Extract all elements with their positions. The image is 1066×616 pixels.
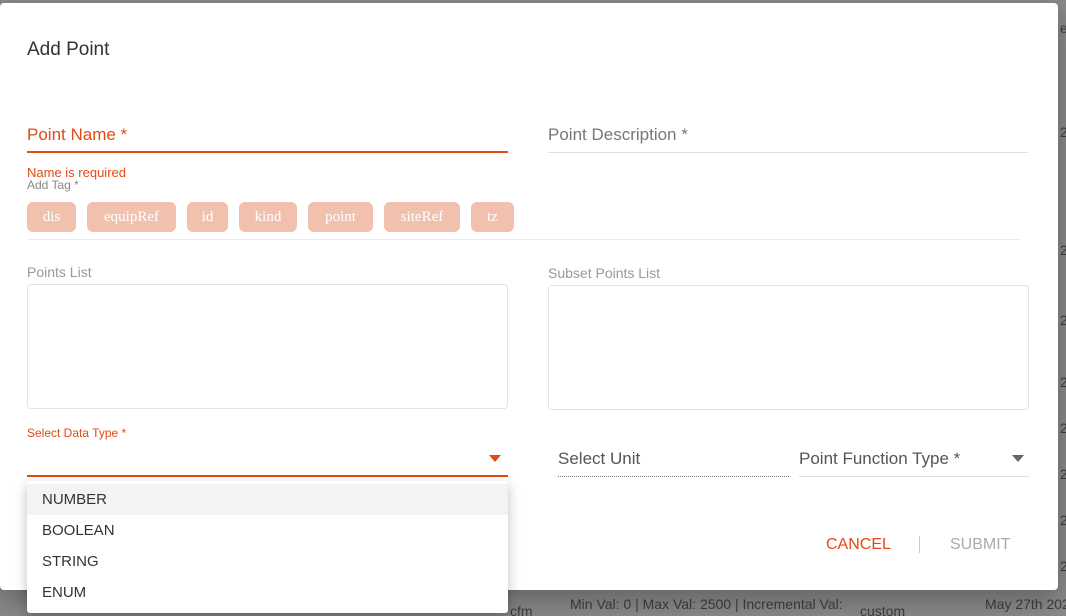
submit-button[interactable]: SUBMIT	[950, 536, 1010, 554]
bg-date-text: May 27th 202	[985, 596, 1066, 612]
point-description-label: Point Description *	[548, 125, 688, 144]
tag-chip-list: dis equipRef id kind point siteRef tz	[27, 202, 514, 232]
tag-chip-dis[interactable]: dis	[27, 202, 76, 232]
function-type-label: Point Function Type *	[799, 449, 961, 468]
data-type-label: Select Data Type *	[27, 426, 127, 440]
data-type-menu: NUMBER BOOLEAN STRING ENUM	[27, 481, 508, 613]
function-type-select[interactable]	[799, 476, 1029, 477]
point-description-input[interactable]	[548, 152, 1028, 153]
bg-range-text: Min Val: 0 | Max Val: 2500 | Incremental…	[570, 596, 843, 612]
unit-underline	[558, 476, 789, 477]
menu-item-boolean[interactable]: BOOLEAN	[27, 515, 508, 546]
add-tag-label: Add Tag *	[27, 178, 79, 192]
bg-type-text: custom	[860, 603, 906, 616]
cancel-button[interactable]: CANCEL	[826, 536, 891, 554]
button-separator	[919, 536, 920, 553]
bg-edge-char: 2	[1060, 374, 1066, 390]
menu-item-number[interactable]: NUMBER	[27, 484, 508, 515]
unit-select[interactable]: Select Unit	[558, 449, 640, 469]
tag-chip-id[interactable]: id	[187, 202, 228, 232]
point-name-label: Point Name *	[27, 125, 128, 144]
tag-chip-equipref[interactable]: equipRef	[87, 202, 176, 232]
points-list-box[interactable]	[27, 284, 508, 409]
bg-edge-char: 2	[1060, 312, 1066, 328]
bg-edge-char: 2	[1060, 558, 1066, 574]
chevron-down-icon[interactable]	[1012, 455, 1024, 462]
tag-chip-kind[interactable]: kind	[239, 202, 297, 232]
points-list-label: Points List	[27, 264, 92, 280]
bg-edge-char: 2	[1060, 466, 1066, 482]
chevron-down-icon[interactable]	[489, 455, 501, 462]
bg-edge-char: 2	[1060, 124, 1066, 140]
data-type-select[interactable]	[27, 475, 508, 477]
subset-points-list-label: Subset Points List	[548, 265, 661, 281]
point-name-input[interactable]	[27, 151, 508, 153]
section-divider	[27, 239, 1021, 240]
menu-item-string[interactable]: STRING	[27, 546, 508, 577]
dialog-title: Add Point	[27, 39, 110, 60]
tag-chip-tz[interactable]: tz	[471, 202, 514, 232]
bg-edge-char: 2	[1060, 512, 1066, 528]
bg-edge-char: e	[1060, 20, 1066, 36]
bg-edge-char: 2	[1060, 242, 1066, 258]
bg-edge-char: 2	[1060, 420, 1066, 436]
tag-chip-siteref[interactable]: siteRef	[384, 202, 460, 232]
subset-points-list-box[interactable]	[548, 285, 1029, 410]
bg-unit-text: cfm	[510, 603, 533, 616]
menu-item-enum[interactable]: ENUM	[27, 577, 508, 608]
tag-chip-point[interactable]: point	[308, 202, 373, 232]
